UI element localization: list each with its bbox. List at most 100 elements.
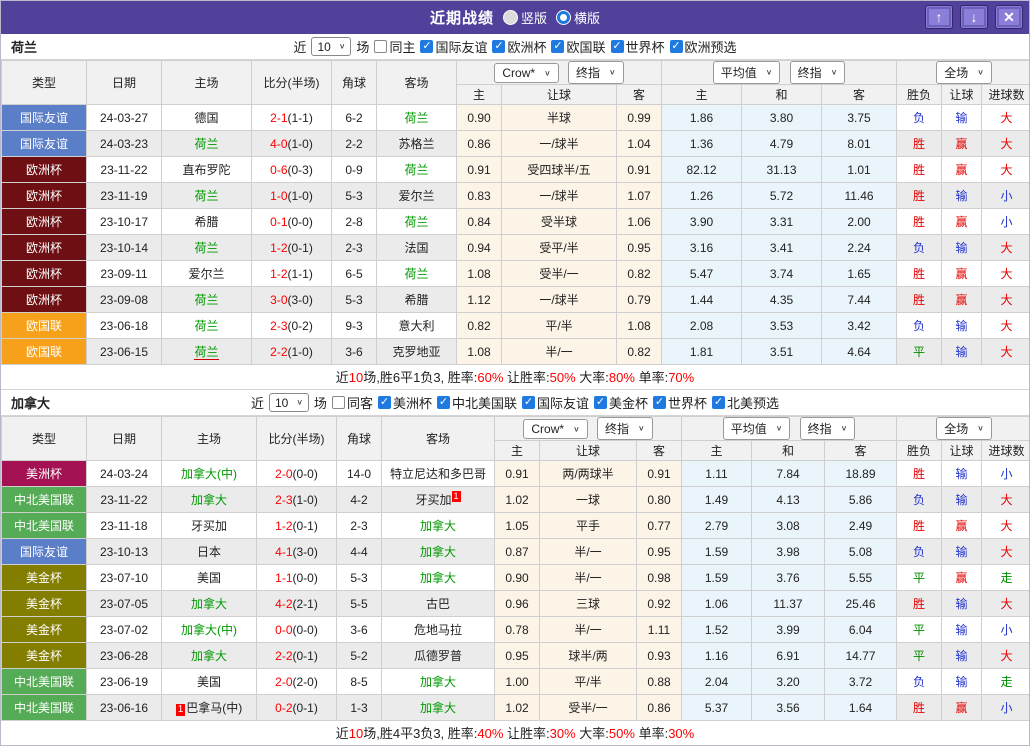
home-team: 美国 <box>161 564 257 591</box>
result-handicap: 输 <box>941 642 983 669</box>
crow-handicap: 半球 <box>501 104 617 131</box>
checkbox-checked-icon[interactable]: ✓ <box>420 40 434 53</box>
league-filter-checkbox[interactable]: ✓ 美洲杯 <box>377 393 432 412</box>
checkbox-checked-icon[interactable]: ✓ <box>377 396 391 409</box>
col-let: 让球 <box>941 440 983 461</box>
chevron-down-icon: ∨ <box>638 423 645 433</box>
checkbox-unchecked-icon[interactable] <box>331 396 345 409</box>
home-team: 1 巴拿马(中) <box>161 694 257 721</box>
same-home-checkbox[interactable]: 同主 <box>374 37 415 56</box>
result-goals: 大 <box>981 538 1029 565</box>
checkbox-checked-icon[interactable]: ✓ <box>492 40 506 53</box>
avg-draw-odds: 31.13 <box>741 156 822 183</box>
recent-count-select[interactable]: 10 ∨ <box>311 37 352 56</box>
average-final-select[interactable]: 终指 ∨ <box>789 61 846 84</box>
crow-away-odds: 0.80 <box>636 486 682 513</box>
average-final-select[interactable]: 终指 ∨ <box>799 417 856 440</box>
col-avg-away: 客 <box>823 440 898 461</box>
scroll-down-button[interactable]: ↓ <box>960 5 988 29</box>
league-filter-checkbox[interactable]: ✓ 世界杯 <box>653 393 707 412</box>
team-name-canada: 加拿大 <box>11 396 51 411</box>
match-date: 23-06-16 <box>86 694 162 721</box>
col-avg-home: 主 <box>661 84 742 105</box>
avg-draw-odds: 3.53 <box>741 312 822 339</box>
league-filter-checkbox[interactable]: ✓ 中北美国联 <box>436 393 517 412</box>
league-filter-checkbox[interactable]: ✓ 欧洲杯 <box>492 37 546 56</box>
col-date: 日期 <box>86 416 162 461</box>
layout-radio-vertical[interactable]: 竖版 <box>503 8 547 27</box>
result-wdl: 胜 <box>896 208 943 235</box>
checkbox-checked-icon[interactable]: ✓ <box>669 40 683 53</box>
col-score: 比分(半场) <box>251 60 332 105</box>
league-filter-checkbox[interactable]: ✓ 世界杯 <box>610 37 665 56</box>
corner-score: 5-3 <box>331 286 377 313</box>
league-label: 国际友谊 <box>435 40 488 55</box>
result-handicap: 输 <box>941 460 983 487</box>
close-button[interactable]: ✕ <box>995 5 1023 29</box>
checkbox-checked-icon[interactable]: ✓ <box>653 396 667 409</box>
checkbox-checked-icon[interactable]: ✓ <box>436 396 450 409</box>
average-select[interactable]: 平均值 ∨ <box>712 61 781 84</box>
checkbox-checked-icon[interactable]: ✓ <box>551 40 565 53</box>
checkbox-checked-icon[interactable]: ✓ <box>594 396 607 409</box>
netherlands-results-table: 类型 日期 主场 比分(半场) 角球 客场 Crow* ∨ 终指 ∨ 平均值 ∨ 终指… <box>1 60 1029 365</box>
col-date: 日期 <box>86 60 162 105</box>
match-date: 24-03-24 <box>86 460 162 487</box>
avg-away-odds: 2.49 <box>823 512 898 539</box>
layout-radio-horizontal[interactable]: 横版 <box>557 8 600 27</box>
league-filter-checkbox[interactable]: ✓ 国际友谊 <box>420 37 487 56</box>
league-filter-checkbox[interactable]: ✓ 北美预选 <box>712 393 779 412</box>
home-team: 荷兰 <box>161 130 252 157</box>
canada-filter-row: 加拿大 近 10 ∨ 场 同客 ✓ 美洲杯 ✓ 中北美国联 ✓ 国际友谊 ✓ 美金杯 ✓ 世界杯 ✓… <box>1 390 1029 416</box>
final-odds-select[interactable]: 终指 ∨ <box>597 417 653 440</box>
score: 4-2(2-1) <box>256 590 337 617</box>
league-filter-checkbox[interactable]: ✓ 国际友谊 <box>521 393 589 412</box>
col-crow-home: 主 <box>456 84 502 105</box>
league-type-badge: 国际友谊 <box>1 104 87 131</box>
result-wdl: 负 <box>896 104 943 131</box>
checkbox-checked-icon[interactable]: ✓ <box>610 40 624 53</box>
league-type-badge: 欧洲杯 <box>1 208 87 235</box>
avg-away-odds: 25.46 <box>823 590 898 617</box>
fulltime-select[interactable]: 全场 ∨ <box>936 417 992 440</box>
crow-away-odds: 0.92 <box>636 590 682 617</box>
col-avg-away: 客 <box>820 84 898 105</box>
near-label: 近 <box>250 396 264 411</box>
crow-away-odds: 0.93 <box>636 642 682 669</box>
titlebar: 近期战绩 竖版 横版 ↑ ↓ ✕ <box>1 1 1029 34</box>
checkbox-checked-icon[interactable]: ✓ <box>521 396 535 409</box>
corner-score: 9-3 <box>331 312 377 339</box>
crow-home-odds: 0.86 <box>456 130 502 157</box>
same-away-checkbox[interactable]: 同客 <box>331 393 373 412</box>
col-avg-draw: 和 <box>751 440 825 461</box>
league-filter-checkbox[interactable]: ✓ 欧国联 <box>551 37 606 56</box>
radio-selected-icon[interactable] <box>557 11 570 24</box>
scroll-up-button[interactable]: ↑ <box>925 5 953 29</box>
bookmaker-select[interactable]: Crow* ∨ <box>523 419 588 439</box>
league-type-badge: 美金杯 <box>1 642 87 669</box>
match-row: 欧洲杯 23-10-14 荷兰 1-2(0-1) 2-3 法国 0.94 受平/半 0.95 3.… <box>1 234 1029 261</box>
col-crow-home: 主 <box>494 440 540 461</box>
average-select[interactable]: 平均值 ∨ <box>722 417 791 440</box>
radio-icon[interactable] <box>503 11 517 24</box>
avg-home-odds: 1.16 <box>681 642 752 669</box>
corner-score: 2-8 <box>331 208 377 235</box>
bookmaker-select[interactable]: Crow* ∨ <box>494 63 559 83</box>
league-label: 北美预选 <box>727 396 780 411</box>
crow-home-odds: 0.82 <box>456 312 502 339</box>
col-away: 客场 <box>376 60 457 105</box>
final-odds-select[interactable]: 终指 ∨ <box>568 61 624 84</box>
checkbox-checked-icon[interactable]: ✓ <box>712 396 726 409</box>
fulltime-select[interactable]: 全场 ∨ <box>936 61 992 84</box>
result-wdl: 平 <box>896 642 943 669</box>
recent-count-select[interactable]: 10 ∨ <box>268 393 309 412</box>
league-label: 欧洲杯 <box>507 40 547 55</box>
home-team: 加拿大(中) <box>161 616 257 643</box>
checkbox-unchecked-icon[interactable] <box>374 40 388 53</box>
league-filter-checkbox[interactable]: ✓ 欧洲预选 <box>669 37 737 56</box>
league-filter-checkbox[interactable]: ✓ 美金杯 <box>594 393 648 412</box>
league-type-badge: 欧国联 <box>1 338 87 365</box>
match-row: 中北美国联 23-11-18 牙买加 1-2(0-1) 2-3 加拿大 1.05 平手 0.77… <box>1 512 1029 539</box>
avg-away-odds: 14.77 <box>823 642 898 669</box>
crow-handicap: 一球 <box>539 486 637 513</box>
